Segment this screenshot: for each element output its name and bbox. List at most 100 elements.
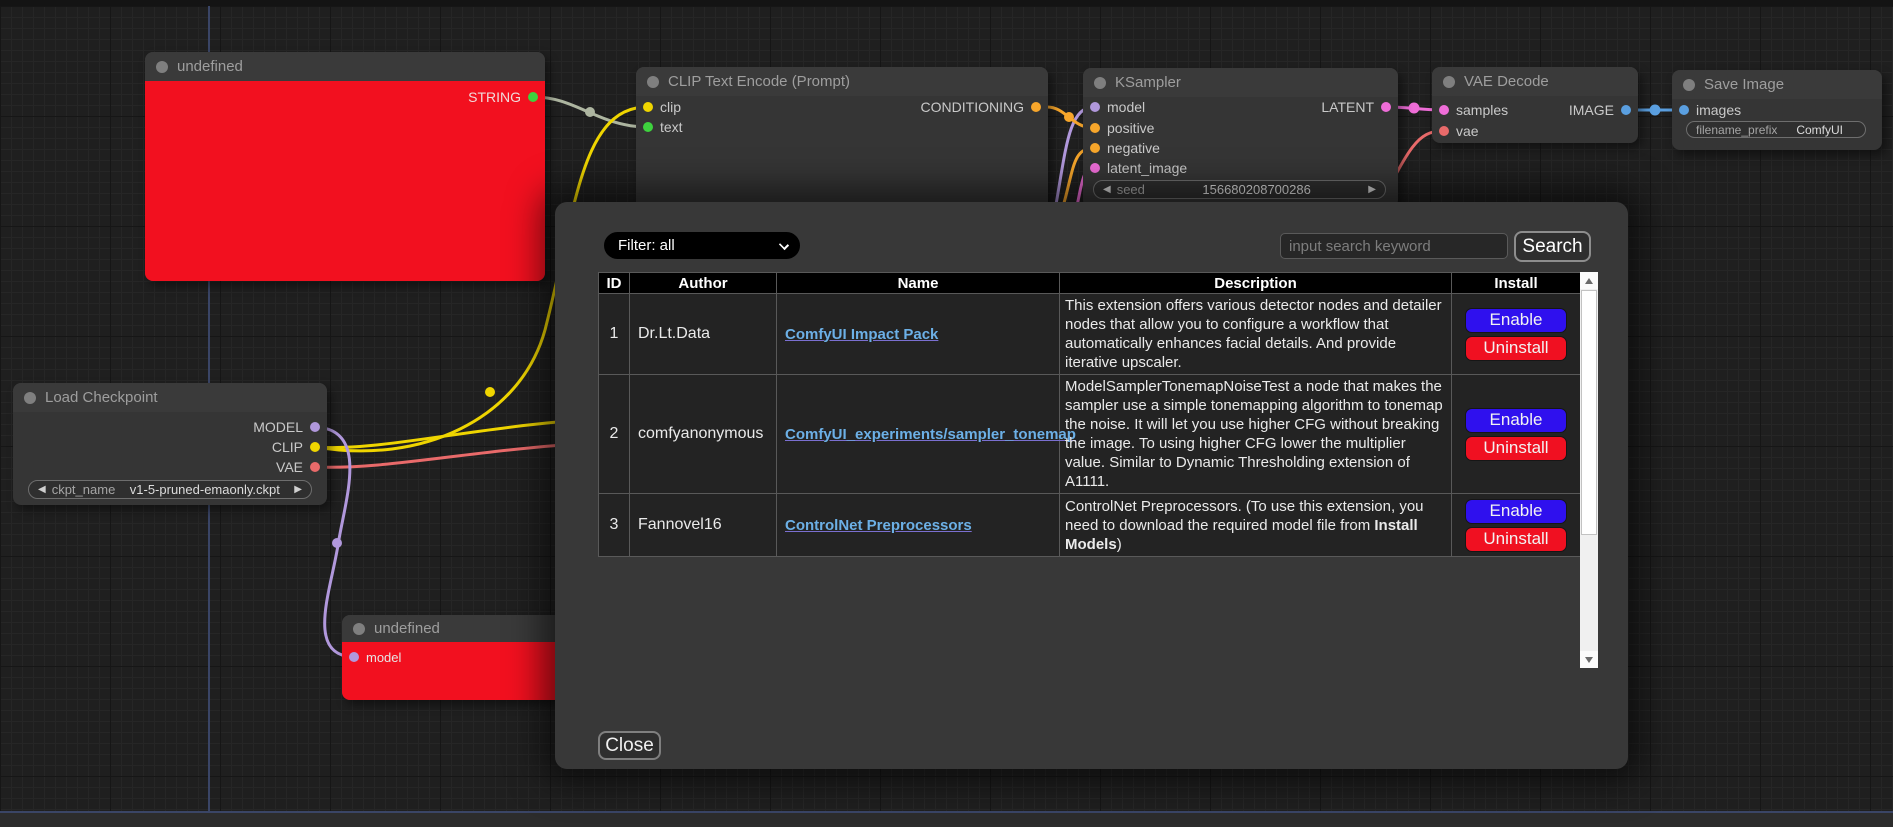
output-port-image[interactable]: IMAGE — [1569, 103, 1631, 117]
input-port-vae[interactable]: vae — [1439, 124, 1479, 138]
ext-name-link[interactable]: ComfyUI Impact Pack — [785, 326, 938, 343]
input-port-icon[interactable] — [1090, 143, 1100, 153]
node-title: KSampler — [1115, 74, 1181, 91]
node-undefined-top[interactable]: undefined STRING — [145, 52, 545, 281]
ext-author: Fannovel16 — [630, 494, 777, 557]
input-port-clip[interactable]: clip — [643, 100, 681, 114]
input-port-icon[interactable] — [643, 122, 653, 132]
enable-button[interactable]: Enable — [1465, 408, 1567, 433]
ext-name-link[interactable]: ControlNet Preprocessors — [785, 517, 972, 534]
node-title: VAE Decode — [1464, 73, 1549, 90]
output-port-vae[interactable]: VAE — [276, 460, 320, 474]
ext-description: ModelSamplerTonemapNoiseTest a node that… — [1060, 375, 1452, 494]
table-header-row: ID Author Name Description Install — [599, 273, 1581, 294]
scroll-up-icon[interactable] — [1580, 272, 1598, 289]
search-input[interactable] — [1280, 233, 1508, 259]
enable-button[interactable]: Enable — [1465, 499, 1567, 524]
table-row: 2 comfyanonymous ComfyUI_experiments/sam… — [599, 375, 1581, 494]
input-port-icon[interactable] — [349, 652, 359, 662]
ext-id: 2 — [599, 375, 630, 494]
output-port-icon[interactable] — [1031, 102, 1041, 112]
node-ksampler[interactable]: KSampler model positive negative latent_… — [1083, 68, 1398, 208]
node-title: CLIP Text Encode (Prompt) — [668, 73, 850, 90]
filename-prefix-widget[interactable]: filename_prefix ComfyUI — [1686, 121, 1866, 138]
output-port-icon[interactable] — [1621, 105, 1631, 115]
col-header-author: Author — [630, 273, 777, 294]
input-port-icon[interactable] — [1090, 102, 1100, 112]
canvas-bottom-strip — [0, 813, 1893, 827]
input-port-images[interactable]: images — [1679, 103, 1741, 117]
table-row: 1 Dr.Lt.Data ComfyUI Impact Pack This ex… — [599, 294, 1581, 375]
col-header-description: Description — [1060, 273, 1452, 294]
comfyui-app: undefined STRING CLIP Text Encode (Promp… — [0, 0, 1893, 827]
node-save-image[interactable]: Save Image images filename_prefix ComfyU… — [1672, 70, 1882, 150]
output-port-icon[interactable] — [1381, 102, 1391, 112]
node-title: undefined — [374, 620, 440, 637]
node-title-dot-icon — [353, 623, 365, 635]
ext-author: comfyanonymous — [630, 375, 777, 494]
uninstall-button[interactable]: Uninstall — [1465, 527, 1567, 552]
widget-prev-arrow-icon[interactable]: ◀ — [1103, 184, 1111, 195]
input-port-positive[interactable]: positive — [1090, 121, 1154, 135]
input-port-latent-image[interactable]: latent_image — [1090, 161, 1187, 175]
uninstall-button[interactable]: Uninstall — [1465, 336, 1567, 361]
output-port-latent[interactable]: LATENT — [1321, 100, 1391, 114]
node-title-dot-icon — [1683, 79, 1695, 91]
input-port-icon[interactable] — [1090, 163, 1100, 173]
filter-dropdown-wrap: Filter: all — [604, 232, 800, 259]
table-row: 3 Fannovel16 ControlNet Preprocessors Co… — [599, 494, 1581, 557]
ext-description: This extension offers various detector n… — [1060, 294, 1452, 375]
input-port-negative[interactable]: negative — [1090, 141, 1160, 155]
node-title-dot-icon — [1094, 77, 1106, 89]
input-port-icon[interactable] — [1439, 126, 1449, 136]
filter-select[interactable]: Filter: all — [604, 232, 800, 259]
search-button[interactable]: Search — [1514, 231, 1591, 262]
scrollbar-thumb[interactable] — [1581, 290, 1597, 535]
output-port-icon[interactable] — [310, 462, 320, 472]
seed-widget[interactable]: ◀ seed 156680208700286 ▶ — [1093, 180, 1386, 199]
input-port-icon[interactable] — [643, 102, 653, 112]
node-title-dot-icon — [647, 76, 659, 88]
ext-description: ControlNet Preprocessors. (To use this e… — [1060, 494, 1452, 557]
output-port-icon[interactable] — [528, 92, 538, 102]
output-port-string[interactable]: STRING — [468, 90, 538, 104]
col-header-install: Install — [1452, 273, 1581, 294]
input-port-icon[interactable] — [1679, 105, 1689, 115]
ext-author: Dr.Lt.Data — [630, 294, 777, 375]
custom-nodes-manager-dialog: Filter: all Search ID Author Name Descri… — [555, 202, 1628, 769]
node-title: undefined — [177, 58, 243, 75]
widget-next-arrow-icon[interactable]: ▶ — [1368, 184, 1376, 195]
output-port-clip[interactable]: CLIP — [272, 440, 320, 454]
widget-next-arrow-icon[interactable]: ▶ — [294, 484, 302, 495]
enable-button[interactable]: Enable — [1465, 308, 1567, 333]
output-port-conditioning[interactable]: CONDITIONING — [921, 100, 1041, 114]
ext-name-link[interactable]: ComfyUI_experiments/sampler_tonemap — [785, 426, 1076, 443]
ckpt-name-widget[interactable]: ◀ ckpt_name v1-5-pruned-emaonly.ckpt ▶ — [28, 480, 312, 499]
node-title-dot-icon — [1443, 76, 1455, 88]
input-port-icon[interactable] — [1090, 123, 1100, 133]
input-port-model[interactable]: model — [1090, 100, 1145, 114]
node-title-dot-icon — [156, 61, 168, 73]
table-scrollbar[interactable] — [1580, 272, 1598, 668]
output-port-icon[interactable] — [310, 442, 320, 452]
output-port-model[interactable]: MODEL — [253, 420, 320, 434]
input-port-text[interactable]: text — [643, 120, 683, 134]
col-header-name: Name — [777, 273, 1060, 294]
node-title-dot-icon — [24, 392, 36, 404]
uninstall-button[interactable]: Uninstall — [1465, 436, 1567, 461]
output-port-icon[interactable] — [310, 422, 320, 432]
input-port-model[interactable]: model — [349, 650, 401, 664]
input-port-samples[interactable]: samples — [1439, 103, 1508, 117]
node-title: Save Image — [1704, 76, 1784, 93]
ext-id: 1 — [599, 294, 630, 375]
scroll-down-icon[interactable] — [1580, 651, 1598, 668]
node-title: Load Checkpoint — [45, 389, 158, 406]
input-port-icon[interactable] — [1439, 105, 1449, 115]
widget-prev-arrow-icon[interactable]: ◀ — [38, 484, 46, 495]
extensions-table: ID Author Name Description Install 1 Dr.… — [598, 272, 1581, 557]
node-vae-decode[interactable]: VAE Decode samples vae IMAGE — [1432, 67, 1638, 143]
close-button[interactable]: Close — [598, 731, 661, 760]
node-clip-text-encode[interactable]: CLIP Text Encode (Prompt) clip text COND… — [636, 67, 1048, 215]
node-load-checkpoint[interactable]: Load Checkpoint MODEL CLIP VAE ◀ ckpt_na… — [13, 383, 327, 505]
ext-id: 3 — [599, 494, 630, 557]
